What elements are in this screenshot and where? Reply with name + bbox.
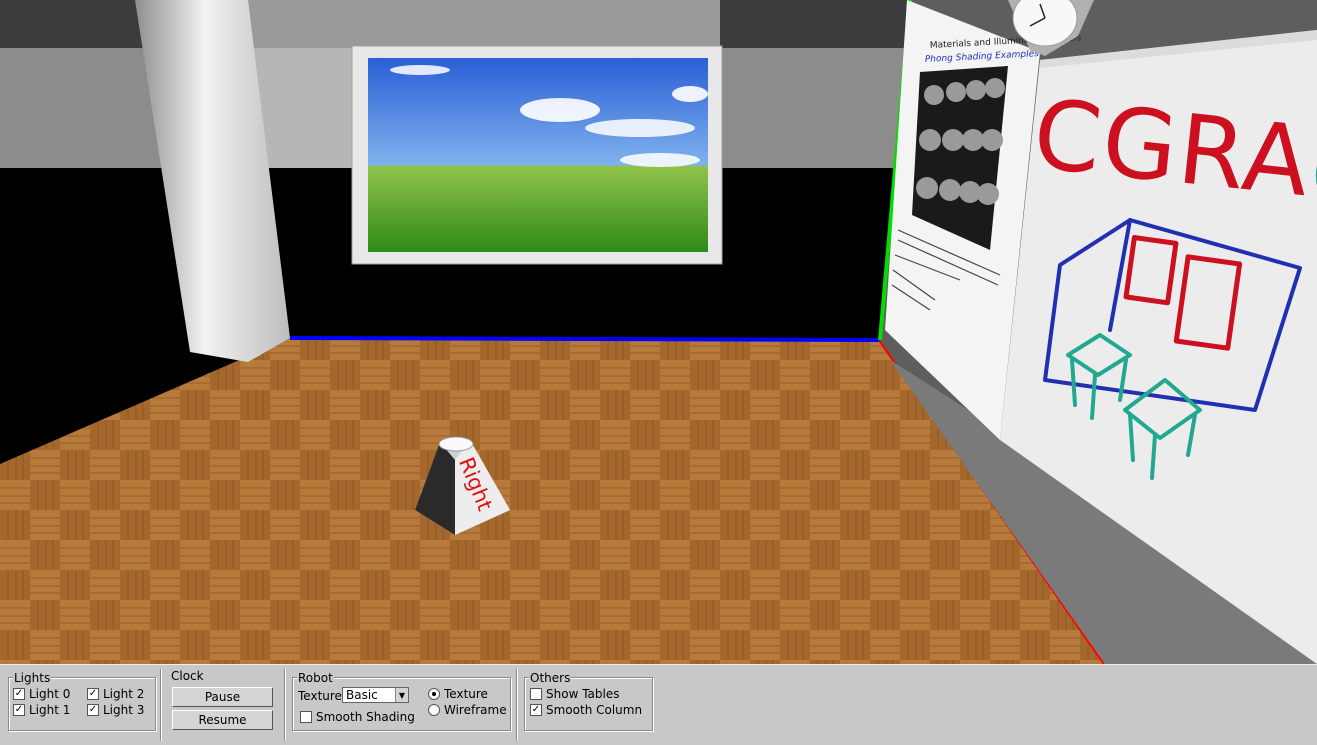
checkbox-icon: ✓ bbox=[13, 704, 25, 716]
lights-title: Lights bbox=[13, 671, 52, 685]
checkbox-icon: ✓ bbox=[87, 688, 99, 700]
separator bbox=[284, 669, 286, 741]
pause-button[interactable]: Pause bbox=[172, 687, 273, 707]
checkbox-icon bbox=[300, 711, 312, 723]
smooth-column-label: Smooth Column bbox=[546, 703, 643, 717]
light-3-label: Light 3 bbox=[103, 703, 145, 717]
texture-select[interactable]: Basic ▼ bbox=[342, 687, 409, 703]
checkbox-icon: ✓ bbox=[13, 688, 25, 700]
control-panel: Lights ✓ Light 0 ✓ Light 2 ✓ Light 1 ✓ L… bbox=[0, 664, 1317, 745]
checkbox-icon: ✓ bbox=[87, 704, 99, 716]
resume-button[interactable]: Resume bbox=[172, 710, 273, 730]
light-2-checkbox[interactable]: ✓ Light 2 bbox=[87, 687, 144, 701]
separator bbox=[516, 669, 518, 741]
radio-icon bbox=[428, 704, 440, 716]
light-1-label: Light 1 bbox=[29, 703, 71, 717]
clock-title: Clock bbox=[170, 669, 205, 683]
light-1-checkbox[interactable]: ✓ Light 1 bbox=[13, 703, 70, 717]
texture-label: Texture bbox=[298, 689, 342, 703]
separator bbox=[160, 669, 162, 741]
robot-title: Robot bbox=[297, 671, 334, 685]
texture-radio[interactable]: Texture bbox=[428, 687, 488, 701]
smooth-column-checkbox[interactable]: ✓ Smooth Column bbox=[530, 703, 642, 717]
smooth-shading-checkbox[interactable]: Smooth Shading bbox=[300, 710, 415, 724]
light-3-checkbox[interactable]: ✓ Light 3 bbox=[87, 703, 144, 717]
show-tables-label: Show Tables bbox=[546, 687, 620, 701]
light-2-label: Light 2 bbox=[103, 687, 145, 701]
checkbox-icon: ✓ bbox=[530, 704, 542, 716]
light-0-checkbox[interactable]: ✓ Light 0 bbox=[13, 687, 70, 701]
whiteboard-letter: A bbox=[1237, 99, 1317, 219]
whiteboard-letter: C bbox=[1028, 78, 1109, 197]
texture-select-value: Basic bbox=[346, 688, 378, 702]
texture-radio-label: Texture bbox=[444, 687, 488, 701]
checkbox-icon bbox=[530, 688, 542, 700]
whiteboard-letter: R bbox=[1172, 93, 1250, 212]
whiteboard-letter: G bbox=[1096, 85, 1185, 205]
3d-viewport[interactable]: Materials and Illumination Models Phong … bbox=[0, 0, 1317, 664]
radio-selected-icon bbox=[428, 688, 440, 700]
show-tables-checkbox[interactable]: Show Tables bbox=[530, 687, 619, 701]
smooth-shading-label: Smooth Shading bbox=[316, 710, 415, 724]
chevron-down-icon: ▼ bbox=[395, 688, 408, 702]
others-title: Others bbox=[529, 671, 572, 685]
wireframe-radio-label: Wireframe bbox=[444, 703, 507, 717]
wireframe-radio[interactable]: Wireframe bbox=[428, 703, 507, 717]
light-0-label: Light 0 bbox=[29, 687, 71, 701]
axis-z-line bbox=[289, 336, 881, 342]
